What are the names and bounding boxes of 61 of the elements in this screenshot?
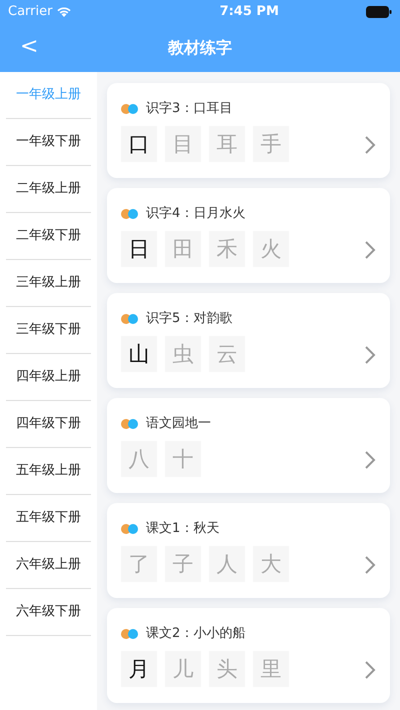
lesson-title: 识字5：对韵歌 <box>146 310 232 328</box>
chevron-icon <box>364 554 376 574</box>
character-tile: 里 <box>253 651 289 688</box>
character-tile: 月 <box>121 651 157 688</box>
character-tile: 八 <box>121 441 157 478</box>
character-tile: 耳 <box>209 126 245 162</box>
lesson-title: 课文1：秋天 <box>146 520 220 538</box>
lesson-card[interactable]: 识字5：对韵歌 山 虫 云 <box>107 293 390 388</box>
dots-icon <box>121 418 138 428</box>
lesson-title: 课文2：小小的船 <box>146 624 246 643</box>
chevron-icon <box>364 240 376 260</box>
character-tile: 日 <box>121 231 157 268</box>
grade-tab[interactable]: 六年级上册 <box>6 542 91 589</box>
lesson-title: 识字3：口耳目 <box>146 100 232 118</box>
lesson-card[interactable]: 语文园地一 八 十 <box>107 398 390 493</box>
chevron-icon <box>364 660 376 680</box>
character-tile: 目 <box>165 126 201 162</box>
grade-tab[interactable]: 二年级上册 <box>6 166 91 213</box>
character-tile: 大 <box>253 546 289 582</box>
character-tile: 儿 <box>165 651 201 688</box>
grade-tab[interactable]: 二年级下册 <box>6 213 91 260</box>
character-tile: 口 <box>121 126 157 162</box>
page-title: 教材练字 <box>168 37 232 59</box>
dots-icon <box>121 208 138 218</box>
character-tile: 了 <box>121 546 157 582</box>
character-tile: 田 <box>165 231 201 268</box>
lesson-card[interactable]: 识字4：日月水火 日 田 禾 火 <box>107 188 390 283</box>
grade-tab[interactable]: 六年级下册 <box>6 589 91 636</box>
character-tile: 头 <box>209 651 245 688</box>
chevron-icon <box>364 450 376 470</box>
chevron-icon <box>364 134 376 154</box>
character-tile: 人 <box>209 546 245 582</box>
lesson-card[interactable]: 识字3：口耳目 口 目 耳 手 <box>107 83 390 178</box>
grade-tab[interactable]: 四年级下册 <box>6 401 91 448</box>
character-tile: 十 <box>165 441 201 478</box>
character-tile: 山 <box>121 336 157 372</box>
wifi-icon <box>56 6 72 18</box>
character-tile: 虫 <box>165 336 201 372</box>
chevron-icon <box>364 344 376 364</box>
lesson-title: 识字4：日月水火 <box>146 204 246 223</box>
dots-icon <box>121 628 138 638</box>
character-tile: 云 <box>209 336 245 372</box>
status-time: 7:45 PM <box>220 3 279 22</box>
dots-icon <box>121 524 138 534</box>
lesson-title: 语文园地一 <box>146 414 211 433</box>
grade-tab[interactable]: 五年级上册 <box>6 448 91 495</box>
grade-tab[interactable]: 三年级上册 <box>6 260 91 307</box>
grade-tab[interactable]: 三年级下册 <box>6 307 91 354</box>
lesson-card[interactable]: 课文1：秋天 了 子 人 大 <box>107 503 390 598</box>
character-tile: 火 <box>253 231 289 268</box>
dots-icon <box>121 104 138 114</box>
grade-tab[interactable]: 五年级下册 <box>6 495 91 542</box>
character-tile: 手 <box>253 126 289 162</box>
grade-tab[interactable]: 一年级下册 <box>6 119 91 166</box>
dots-icon <box>121 314 138 324</box>
carrier-label: Carrier <box>8 3 52 22</box>
grade-tab[interactable]: 四年级上册 <box>6 354 91 401</box>
character-tile: 子 <box>165 546 201 582</box>
battery-icon <box>366 6 392 18</box>
character-tile: 禾 <box>209 231 245 268</box>
lesson-card[interactable]: 课文2：小小的船 月 儿 头 里 <box>107 608 390 703</box>
